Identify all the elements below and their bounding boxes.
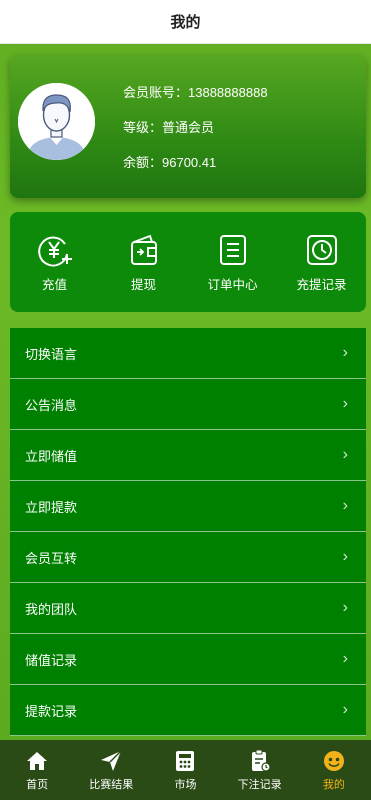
menu-item-deposit[interactable]: 立即储值 › <box>10 430 366 481</box>
avatar-icon <box>18 83 95 160</box>
level-line: 等级：普通会员 <box>123 117 214 136</box>
menu-item-label: 我的团队 <box>25 601 78 617</box>
level-value: 普通会员 <box>162 120 215 135</box>
tab-label: 我的 <box>322 778 345 791</box>
chevron-right-icon: › <box>342 395 348 412</box>
menu-item-label: 公告消息 <box>25 397 78 413</box>
menu-item-withdraw-records[interactable]: 提款记录 › <box>10 685 366 736</box>
chevron-right-icon: › <box>342 599 348 616</box>
chevron-right-icon: › <box>342 548 348 565</box>
tab-label: 首页 <box>26 778 49 791</box>
menu-list: 切换语言 › 公告消息 › 立即储值 › 立即提款 › 会员互转 › 我的团队 … <box>10 328 366 736</box>
balance-line: 余额：96700.41 <box>123 152 216 171</box>
menu-item-label: 立即提款 <box>25 499 78 515</box>
menu-item-label: 会员互转 <box>25 550 78 566</box>
clock-icon <box>306 235 337 265</box>
action-label: 充提记录 <box>296 278 347 292</box>
yen-plus-icon <box>37 236 72 267</box>
tab-mine[interactable]: 我的 <box>297 749 371 792</box>
order-icon <box>219 235 246 265</box>
home-icon <box>27 751 48 770</box>
balance-label: 余额： <box>123 155 163 170</box>
menu-item-announcements[interactable]: 公告消息 › <box>10 379 366 430</box>
account-line: 会员账号：13888888888 <box>123 82 268 101</box>
action-label: 充值 <box>41 278 67 292</box>
menu-item-label: 切换语言 <box>25 346 78 362</box>
bottom-tab-bar: 首页 比赛结果 市场 下注记录 我的 <box>0 740 371 800</box>
chevron-right-icon: › <box>342 497 348 514</box>
send-icon <box>101 749 122 771</box>
menu-item-team[interactable]: 我的团队 › <box>10 583 366 634</box>
level-label: 等级： <box>123 120 163 135</box>
tab-bet-records[interactable]: 下注记录 <box>223 749 297 792</box>
account-value: 13888888888 <box>188 85 268 100</box>
quick-actions: 充值 提现 订单中心 充提记录 <box>10 212 366 312</box>
tab-label: 市场 <box>174 778 197 791</box>
menu-item-withdraw[interactable]: 立即提款 › <box>10 481 366 532</box>
chevron-right-icon: › <box>342 446 348 463</box>
chevron-right-icon: › <box>342 701 348 718</box>
page-title: 我的 <box>170 13 201 31</box>
action-recharge[interactable]: 充值 <box>15 232 95 293</box>
tab-results[interactable]: 比赛结果 <box>74 749 148 792</box>
chevron-right-icon: › <box>342 650 348 667</box>
action-records[interactable]: 充提记录 <box>282 232 362 293</box>
tab-market[interactable]: 市场 <box>148 749 222 792</box>
account-label: 会员账号： <box>123 85 189 100</box>
menu-item-language[interactable]: 切换语言 › <box>10 328 366 379</box>
smile-icon <box>323 750 344 771</box>
menu-item-label: 立即储值 <box>25 448 78 464</box>
tab-label: 比赛结果 <box>89 778 134 791</box>
menu-item-label: 提款记录 <box>25 703 78 719</box>
menu-item-transfer[interactable]: 会员互转 › <box>10 532 366 583</box>
tab-home[interactable]: 首页 <box>0 749 74 792</box>
avatar[interactable] <box>18 83 95 160</box>
clipboard-icon <box>251 749 271 772</box>
menu-item-label: 储值记录 <box>25 652 78 668</box>
balance-value: 96700.41 <box>162 155 217 170</box>
wallet-icon <box>130 234 157 265</box>
action-label: 提现 <box>130 278 156 292</box>
tab-label: 下注记录 <box>237 778 282 791</box>
profile-card: 会员账号：13888888888 等级：普通会员 余额：96700.41 <box>10 55 366 198</box>
action-orders[interactable]: 订单中心 <box>193 232 273 293</box>
top-bar: 我的 <box>0 0 371 44</box>
chevron-right-icon: › <box>342 344 348 361</box>
menu-item-deposit-records[interactable]: 储值记录 › <box>10 634 366 685</box>
action-label: 订单中心 <box>207 278 258 292</box>
action-withdraw[interactable]: 提现 <box>104 232 184 293</box>
market-icon <box>176 750 195 771</box>
